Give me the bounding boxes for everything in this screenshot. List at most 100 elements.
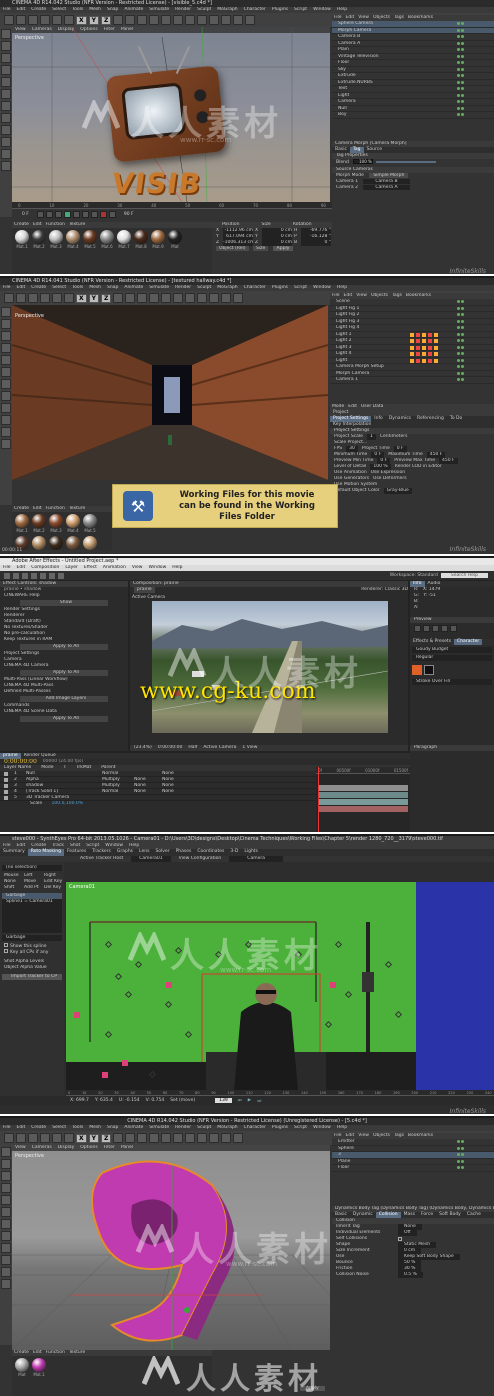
- axis-lock-y-button[interactable]: Y: [88, 1133, 99, 1143]
- menu-create[interactable]: Create: [31, 7, 46, 12]
- visibility-dot-icon[interactable]: [461, 345, 464, 349]
- axis-lock-y-button[interactable]: Y: [88, 293, 99, 303]
- layer-parent[interactable]: None: [162, 777, 184, 782]
- menu-character[interactable]: Character: [244, 285, 266, 290]
- rewind-icon[interactable]: ⏮: [238, 1098, 242, 1104]
- layer-mode[interactable]: [102, 795, 128, 800]
- edges-mode-icon[interactable]: [1, 1195, 11, 1205]
- om-menu-view[interactable]: View: [358, 1133, 369, 1138]
- material-item[interactable]: Mat.5: [83, 230, 97, 249]
- visibility-dot-icon[interactable]: [457, 1153, 460, 1156]
- show-spline-checkbox[interactable]: [4, 943, 8, 947]
- camera2-field[interactable]: Camera A: [363, 185, 410, 190]
- menu-shot[interactable]: Shot: [70, 843, 80, 848]
- view-mode-dropdown[interactable]: Active Camera: [203, 745, 236, 751]
- play-icon[interactable]: [63, 210, 71, 218]
- timeline-tracks[interactable]: 0f 00500f 01000f 01500f: [316, 767, 410, 832]
- material-ball-icon[interactable]: [32, 514, 46, 528]
- attr-menu-edit[interactable]: Edit: [348, 404, 357, 409]
- scale-value[interactable]: 100.0,100.0%: [52, 801, 83, 806]
- menu-mograph[interactable]: MoGraph: [217, 7, 237, 12]
- object-row[interactable]: Camera 1: [330, 377, 494, 384]
- tab-soft-body[interactable]: Soft Body: [436, 1212, 464, 1218]
- layer-mode[interactable]: Multiply: [102, 783, 128, 788]
- visibility-dot-icon[interactable]: [461, 319, 464, 323]
- layer-name[interactable]: Null: [26, 771, 96, 776]
- layer-trkmat[interactable]: [134, 795, 156, 800]
- visibility-dot-icon[interactable]: [457, 61, 460, 64]
- material-tag-icon[interactable]: [422, 352, 426, 356]
- tab-force[interactable]: Force: [418, 1212, 436, 1218]
- forward-icon[interactable]: ⏭: [257, 1098, 261, 1104]
- subdivision-icon[interactable]: [173, 1133, 184, 1143]
- attr-checkbox[interactable]: [398, 1237, 402, 1241]
- paragraph-tab[interactable]: Paragraph: [410, 745, 494, 751]
- material-ball-icon[interactable]: [83, 514, 97, 528]
- blend-field[interactable]: 100 %: [352, 159, 373, 164]
- visibility-dot-icon[interactable]: [461, 339, 464, 342]
- visibility-dot-icon[interactable]: [457, 28, 460, 32]
- visibility-dot-icon[interactable]: [457, 365, 460, 368]
- array-icon[interactable]: [197, 15, 208, 25]
- import-tracker-button[interactable]: Import Tracker to CP: [2, 974, 62, 980]
- tab-features[interactable]: Features: [64, 849, 89, 856]
- floor-icon[interactable]: [221, 15, 232, 25]
- object-mode-icon[interactable]: [1, 1159, 11, 1169]
- material-ball-icon[interactable]: [49, 514, 63, 528]
- visibility-dot-icon[interactable]: [457, 93, 460, 97]
- undo-icon[interactable]: [4, 293, 14, 303]
- material-menu-create[interactable]: Create: [14, 1350, 29, 1355]
- material-item[interactable]: Mat: [15, 1358, 29, 1377]
- visibility-dot-icon[interactable]: [457, 339, 460, 342]
- move-icon[interactable]: [40, 15, 50, 25]
- material-menu-texture[interactable]: Texture: [69, 1350, 85, 1355]
- menu-render[interactable]: Render: [175, 285, 191, 290]
- viewport[interactable]: ViewCamerasDisplayOptionsFilterPanel Per…: [12, 305, 328, 480]
- attr-menu-mode[interactable]: Mode: [332, 404, 344, 409]
- garbage-dropdown[interactable]: Garbage: [2, 935, 62, 941]
- last-frame-icon[interactable]: [450, 624, 457, 632]
- comp-label[interactable]: prairie: [134, 587, 155, 593]
- visibility-dot-icon[interactable]: [461, 378, 464, 381]
- material-ball-icon[interactable]: [83, 230, 97, 244]
- visibility-dot-icon[interactable]: [461, 306, 464, 310]
- live-select-icon[interactable]: [28, 293, 38, 303]
- tab-phases[interactable]: Phases: [173, 849, 195, 856]
- light-tag-icon[interactable]: [416, 358, 420, 363]
- material-ball-icon[interactable]: [117, 230, 131, 244]
- light-tag-icon[interactable]: [428, 339, 432, 343]
- subdivision-icon[interactable]: [185, 15, 196, 25]
- hand-tool-icon[interactable]: [13, 572, 19, 579]
- menu-file[interactable]: File: [3, 285, 11, 290]
- light-tag-icon[interactable]: [416, 339, 420, 343]
- polygons-mode-icon[interactable]: [1, 89, 11, 99]
- menu-tools[interactable]: Tools: [72, 1125, 83, 1130]
- model-mode-icon[interactable]: [1, 307, 11, 317]
- material-tag-icon[interactable]: [434, 358, 438, 363]
- spline-list[interactable]: Garbage Spline1 = Camera01: [2, 893, 62, 933]
- floor-icon[interactable]: [209, 293, 220, 303]
- track-bar[interactable]: [318, 806, 408, 812]
- om-menu-edit[interactable]: Edit: [344, 293, 353, 298]
- menu-script[interactable]: Script: [294, 1125, 307, 1130]
- track-bar[interactable]: [318, 799, 408, 805]
- render-picture-icon[interactable]: [137, 15, 148, 25]
- material-ball-icon[interactable]: [66, 230, 80, 244]
- render-view-icon[interactable]: [125, 15, 136, 25]
- render-settings-icon[interactable]: [137, 1133, 148, 1143]
- move-icon[interactable]: [40, 293, 50, 303]
- camera-icon[interactable]: [221, 1133, 232, 1143]
- menu-tools[interactable]: Tools: [72, 285, 83, 290]
- render-settings-icon[interactable]: [149, 15, 160, 25]
- font-style-dropdown[interactable]: Regular: [412, 655, 492, 661]
- visibility-dot-icon[interactable]: [457, 378, 460, 381]
- menu-animation[interactable]: Animation: [103, 565, 126, 570]
- tab-cache[interactable]: Cache: [464, 1212, 484, 1218]
- visibility-dot-icon[interactable]: [461, 332, 464, 336]
- autokey-icon[interactable]: [108, 210, 116, 218]
- timeline-ruler[interactable]: 0 10 20 30 40 50 60 70 80 90: [12, 202, 332, 209]
- menu-help[interactable]: Help: [337, 7, 347, 12]
- light-tag-icon[interactable]: [428, 358, 432, 363]
- effects-presets-tab[interactable]: Effects & Presets: [410, 639, 454, 645]
- material-ball-icon[interactable]: [168, 230, 182, 244]
